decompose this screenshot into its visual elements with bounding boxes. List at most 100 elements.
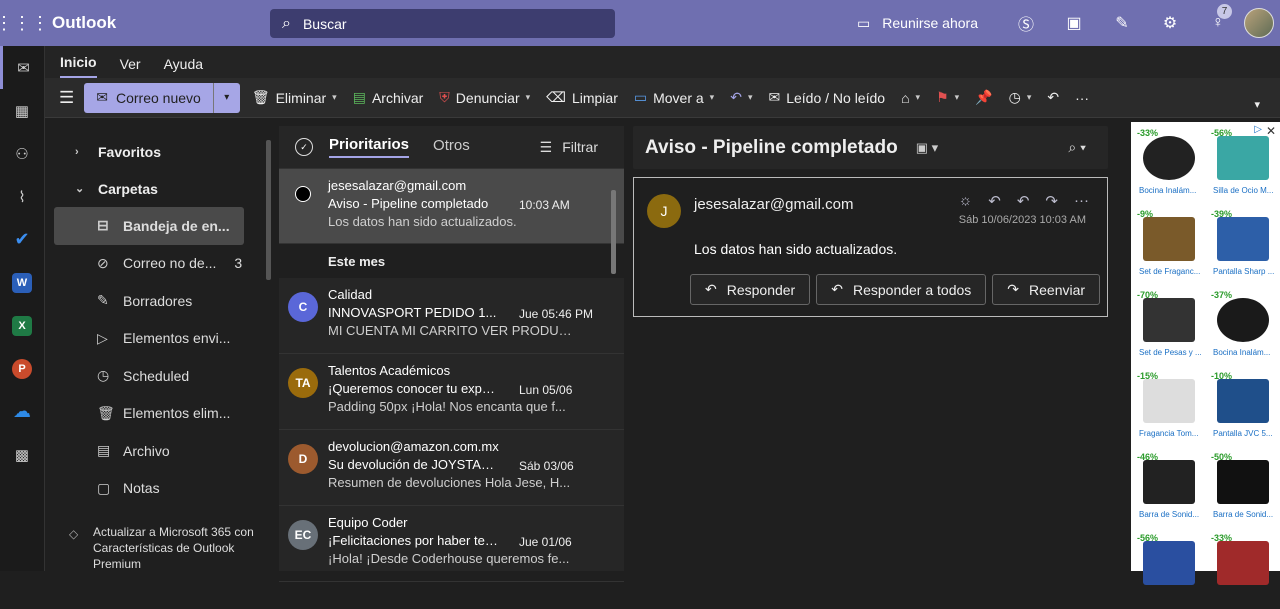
folder-scheduled[interactable]: ◷ Scheduled <box>45 357 278 395</box>
ad-item[interactable]: -56% <box>1131 527 1205 609</box>
tips-icon[interactable]: ♀ 7 <box>1194 4 1242 32</box>
ad-item[interactable]: -39% Pantalla Sharp ... <box>1205 203 1279 285</box>
powerpoint-icon[interactable]: P <box>0 347 44 390</box>
ad-item[interactable]: -37% Bocina Inalám... <box>1205 284 1279 366</box>
favorites-header[interactable]: › Favoritos <box>45 133 278 170</box>
new-mail-dropdown[interactable]: ▾ <box>214 92 240 103</box>
office-icon[interactable]: ▣ <box>1050 13 1098 33</box>
ad-item[interactable]: -15% Fragancia Tom... <box>1131 365 1205 447</box>
settings-icon[interactable]: ⚙ <box>1146 13 1194 33</box>
ad-item[interactable]: -56% Silla de Ocio M... <box>1205 122 1279 204</box>
ad-item[interactable]: -33% Bocina Inalám... <box>1131 122 1205 204</box>
reply-icon[interactable]: ↶ <box>988 192 1001 210</box>
more-options-button[interactable]: ··· <box>1075 90 1089 106</box>
chevron-down-icon[interactable]: ▾ <box>955 92 960 103</box>
message-item[interactable]: C Calidad INNOVASPORT PEDIDO 1... Jue 05:46… <box>279 278 624 354</box>
ad-item[interactable]: -70% Set de Pesas y ... <box>1131 284 1205 366</box>
product-label[interactable]: Silla de Ocio M... <box>1213 186 1277 195</box>
search-box[interactable]: ⌕ Buscar <box>270 9 615 38</box>
delete-button[interactable]: 🗑 Eliminar ▾ <box>252 89 337 106</box>
ad-item[interactable]: -9% Set de Fraganc... <box>1131 203 1205 285</box>
archive-button[interactable]: ▤ Archivar <box>353 89 424 106</box>
selected-radio-icon[interactable] <box>295 186 311 202</box>
product-label[interactable]: Set de Pesas y ... <box>1139 348 1203 357</box>
read-unread-button[interactable]: ✉ Leído / No leído <box>768 89 885 106</box>
folder-archive[interactable]: ▤ Archivo <box>45 432 278 470</box>
tab-ayuda[interactable]: Ayuda <box>164 56 203 78</box>
people-icon[interactable]: ⚇ <box>0 132 44 175</box>
tab-ver[interactable]: Ver <box>120 56 141 78</box>
ad-item[interactable]: -10% Pantalla JVC 5... <box>1205 365 1279 447</box>
more-icon[interactable]: ··· <box>1074 192 1089 210</box>
product-label[interactable]: Fragancia Tom... <box>1139 429 1203 438</box>
sweep-button[interactable]: ⌫ Limpiar <box>546 89 618 106</box>
chevron-down-icon[interactable]: ▾ <box>1027 92 1032 103</box>
forward-icon[interactable]: ↷ <box>1045 192 1058 210</box>
product-label[interactable]: Bocina Inalám... <box>1139 186 1203 195</box>
word-icon[interactable]: W <box>0 261 44 304</box>
zoom-icon[interactable]: ⌕ ▾ <box>1068 139 1086 156</box>
calendar-icon[interactable]: ▦ <box>0 89 44 132</box>
onedrive-icon[interactable]: ☁ <box>0 390 44 433</box>
app-launcher-icon[interactable]: ⋮⋮⋮ <box>0 0 49 46</box>
pin-button[interactable]: 📌 <box>975 89 992 106</box>
folders-header[interactable]: ⌄ Carpetas <box>45 170 278 207</box>
undo-button[interactable]: ↶ <box>1047 89 1059 106</box>
product-label[interactable]: Barra de Sonid... <box>1139 510 1203 519</box>
tag-button[interactable]: ⌂ ▾ <box>901 90 920 106</box>
ad-item[interactable]: -50% Barra de Sonid... <box>1205 446 1279 528</box>
message-item[interactable]: TA Talentos Académicos ¡Queremos conocer t… <box>279 354 624 430</box>
todo-icon[interactable]: ✔ <box>0 218 44 261</box>
tab-other[interactable]: Otros <box>433 137 470 157</box>
chevron-down-icon[interactable]: ▾ <box>526 92 531 103</box>
more-apps-icon[interactable]: ▩ <box>0 433 44 476</box>
folder-scrollbar[interactable] <box>266 140 271 280</box>
chevron-down-icon[interactable]: ▾ <box>332 92 337 103</box>
mail-flag-icon[interactable]: ▣ ▾ <box>916 140 938 156</box>
product-label[interactable]: Pantalla JVC 5... <box>1213 429 1277 438</box>
chevron-down-icon[interactable]: ▾ <box>710 92 715 103</box>
product-label[interactable]: Pantalla Sharp ... <box>1213 267 1277 276</box>
folder-junk[interactable]: ⊘ Correo no de... 3 <box>45 245 278 283</box>
menu-icon[interactable]: ☰ <box>59 88 74 108</box>
skype-icon[interactable]: Ⓢ <box>1002 11 1050 35</box>
ad-item[interactable]: -33% <box>1205 527 1279 609</box>
report-button[interactable]: ⛨ Denunciar ▾ <box>439 89 530 106</box>
reply-all-icon[interactable]: ↶ <box>1017 192 1030 210</box>
folder-notes[interactable]: ▢ Notas <box>45 470 278 508</box>
upgrade-banner[interactable]: ◇ Actualizar a Microsoft 365 con Caracter… <box>65 524 265 572</box>
sender-address[interactable]: jesesalazar@gmail.com <box>694 196 853 213</box>
chevron-down-icon[interactable]: ▾ <box>916 92 921 103</box>
select-all-checkbox[interactable]: ✓ <box>295 138 313 156</box>
attachment-icon[interactable]: ⌇ <box>0 175 44 218</box>
app-name[interactable]: Outlook <box>52 13 270 33</box>
folder-drafts[interactable]: ✎ Borradores <box>45 282 278 320</box>
folder-inbox[interactable]: ⊟ Bandeja de en... <box>54 207 244 245</box>
folder-deleted[interactable]: 🗑 Elementos elim... <box>45 395 278 433</box>
profile-avatar[interactable] <box>1244 8 1274 38</box>
message-list-scrollbar[interactable] <box>611 190 616 274</box>
message-item-selected[interactable]: jesesalazar@gmail.com Aviso - Pipeline c… <box>279 169 624 244</box>
notes-icon[interactable]: ✎ <box>1098 13 1146 33</box>
ribbon-collapse-icon[interactable]: ▾ <box>1254 98 1260 111</box>
snooze-button[interactable]: ◷ ▾ <box>1009 89 1032 106</box>
tab-focused[interactable]: Prioritarios <box>329 136 410 158</box>
flag-button[interactable]: ⚑ ▾ <box>936 89 959 106</box>
reply-button[interactable]: ↶ Responder <box>690 274 811 305</box>
move-button[interactable]: ▭ Mover a ▾ <box>634 89 714 106</box>
mail-icon[interactable]: ✉ <box>0 46 44 89</box>
tab-inicio[interactable]: Inicio <box>60 54 97 78</box>
new-mail-button[interactable]: ✉ Correo nuevo <box>84 82 214 113</box>
message-item[interactable]: Ddevolucion@amazon.com.mx Su devolución d… <box>279 430 624 506</box>
reply-all-button[interactable]: ↶ ▾ <box>730 89 752 106</box>
reply-all-button[interactable]: ↶ Responder a todos <box>816 274 987 305</box>
product-label[interactable]: Barra de Sonid... <box>1213 510 1277 519</box>
product-label[interactable]: Set de Fraganc... <box>1139 267 1203 276</box>
forward-button[interactable]: ↷ Reenviar <box>992 274 1101 305</box>
meet-now-button[interactable]: ▭ Reunirse ahora <box>857 15 978 32</box>
ad-item[interactable]: -46% Barra de Sonid... <box>1131 446 1205 528</box>
chevron-down-icon[interactable]: ▾ <box>748 92 753 103</box>
product-label[interactable]: Bocina Inalám... <box>1213 348 1277 357</box>
excel-icon[interactable]: X <box>0 304 44 347</box>
filter-button[interactable]: ☰ Filtrar <box>540 139 598 156</box>
